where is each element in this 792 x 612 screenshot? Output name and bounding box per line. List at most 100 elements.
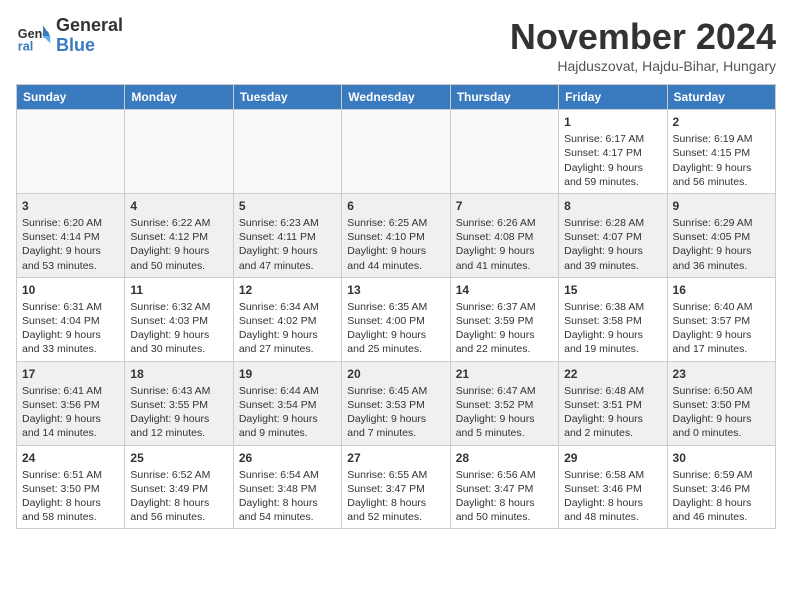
calendar-cell: 21 Sunrise: 6:47 AM Sunset: 3:52 PM Dayli… (450, 361, 558, 445)
logo: Gene ral General Blue (16, 16, 123, 56)
calendar-cell: 11 Sunrise: 6:32 AM Sunset: 4:03 PM Dayli… (125, 277, 233, 361)
calendar-cell: 9 Sunrise: 6:29 AM Sunset: 4:05 PM Daylig… (667, 193, 775, 277)
calendar-cell: 22Sunrise: 6:48 AM Sunset: 3:51 PM Dayli… (559, 361, 667, 445)
col-header-monday: Monday (125, 85, 233, 110)
day-info: Sunrise: 6:34 AM Sunset: 4:02 PM Dayligh… (239, 300, 336, 357)
day-info: Sunrise: 6:19 AM Sunset: 4:15 PM Dayligh… (673, 132, 770, 189)
day-number: 4 (130, 198, 227, 214)
calendar-cell: 17 Sunrise: 6:41 AM Sunset: 3:56 PM Dayli… (17, 361, 125, 445)
day-info: Sunrise: 6:50 AM Sunset: 3:50 PM Dayligh… (673, 384, 770, 441)
calendar-week-row: 10Sunrise: 6:31 AM Sunset: 4:04 PM Dayli… (17, 277, 776, 361)
page-header: Gene ral General Blue November 2024 Hajd… (16, 16, 776, 74)
calendar-cell: 2 Sunrise: 6:19 AM Sunset: 4:15 PM Daylig… (667, 110, 775, 194)
day-number: 11 (130, 282, 227, 298)
day-info: Sunrise: 6:31 AM Sunset: 4:04 PM Dayligh… (22, 300, 119, 357)
calendar-cell (233, 110, 341, 194)
title-area: November 2024 Hajduszovat, Hajdu-Bihar, … (510, 16, 776, 74)
day-info: Sunrise: 6:20 AM Sunset: 4:14 PM Dayligh… (22, 216, 119, 273)
calendar-cell: 27 Sunrise: 6:55 AM Sunset: 3:47 PM Dayli… (342, 445, 450, 529)
calendar-cell: 23Sunrise: 6:50 AM Sunset: 3:50 PM Dayli… (667, 361, 775, 445)
calendar-cell: 7 Sunrise: 6:26 AM Sunset: 4:08 PM Daylig… (450, 193, 558, 277)
logo-text: General Blue (56, 16, 123, 56)
day-info: Sunrise: 6:56 AM Sunset: 3:47 PM Dayligh… (456, 468, 553, 525)
month-title: November 2024 (510, 16, 776, 58)
logo-icon: Gene ral (16, 18, 52, 54)
day-number: 18 (130, 366, 227, 382)
calendar-cell: 13 Sunrise: 6:35 AM Sunset: 4:00 PM Dayli… (342, 277, 450, 361)
col-header-tuesday: Tuesday (233, 85, 341, 110)
day-number: 21 (456, 366, 553, 382)
calendar-cell: 5Sunrise: 6:23 AM Sunset: 4:11 PM Daylig… (233, 193, 341, 277)
day-number: 14 (456, 282, 553, 298)
calendar-week-row: 3 Sunrise: 6:20 AM Sunset: 4:14 PM Daylig… (17, 193, 776, 277)
calendar-cell: 16Sunrise: 6:40 AM Sunset: 3:57 PM Dayli… (667, 277, 775, 361)
calendar-cell: 12 Sunrise: 6:34 AM Sunset: 4:02 PM Dayli… (233, 277, 341, 361)
day-info: Sunrise: 6:51 AM Sunset: 3:50 PM Dayligh… (22, 468, 119, 525)
calendar-header-row: SundayMondayTuesdayWednesdayThursdayFrid… (17, 85, 776, 110)
day-number: 27 (347, 450, 444, 466)
calendar-cell: 15 Sunrise: 6:38 AM Sunset: 3:58 PM Dayli… (559, 277, 667, 361)
day-info: Sunrise: 6:52 AM Sunset: 3:49 PM Dayligh… (130, 468, 227, 525)
day-info: Sunrise: 6:25 AM Sunset: 4:10 PM Dayligh… (347, 216, 444, 273)
calendar-cell: 25 Sunrise: 6:52 AM Sunset: 3:49 PM Dayli… (125, 445, 233, 529)
calendar-week-row: 17 Sunrise: 6:41 AM Sunset: 3:56 PM Dayli… (17, 361, 776, 445)
day-number: 13 (347, 282, 444, 298)
day-info: Sunrise: 6:32 AM Sunset: 4:03 PM Dayligh… (130, 300, 227, 357)
col-header-sunday: Sunday (17, 85, 125, 110)
day-info: Sunrise: 6:17 AM Sunset: 4:17 PM Dayligh… (564, 132, 661, 189)
day-number: 25 (130, 450, 227, 466)
day-info: Sunrise: 6:47 AM Sunset: 3:52 PM Dayligh… (456, 384, 553, 441)
calendar-table: SundayMondayTuesdayWednesdayThursdayFrid… (16, 84, 776, 529)
day-number: 9 (673, 198, 770, 214)
day-info: Sunrise: 6:48 AM Sunset: 3:51 PM Dayligh… (564, 384, 661, 441)
day-number: 3 (22, 198, 119, 214)
day-number: 2 (673, 114, 770, 130)
calendar-cell: 1 Sunrise: 6:17 AM Sunset: 4:17 PM Daylig… (559, 110, 667, 194)
day-number: 15 (564, 282, 661, 298)
day-number: 20 (347, 366, 444, 382)
calendar-cell: 4 Sunrise: 6:22 AM Sunset: 4:12 PM Daylig… (125, 193, 233, 277)
day-info: Sunrise: 6:41 AM Sunset: 3:56 PM Dayligh… (22, 384, 119, 441)
day-info: Sunrise: 6:29 AM Sunset: 4:05 PM Dayligh… (673, 216, 770, 273)
day-number: 1 (564, 114, 661, 130)
day-info: Sunrise: 6:44 AM Sunset: 3:54 PM Dayligh… (239, 384, 336, 441)
col-header-thursday: Thursday (450, 85, 558, 110)
day-info: Sunrise: 6:28 AM Sunset: 4:07 PM Dayligh… (564, 216, 661, 273)
svg-text:ral: ral (18, 39, 33, 53)
day-number: 24 (22, 450, 119, 466)
day-info: Sunrise: 6:54 AM Sunset: 3:48 PM Dayligh… (239, 468, 336, 525)
day-number: 6 (347, 198, 444, 214)
day-number: 8 (564, 198, 661, 214)
col-header-friday: Friday (559, 85, 667, 110)
day-info: Sunrise: 6:38 AM Sunset: 3:58 PM Dayligh… (564, 300, 661, 357)
day-info: Sunrise: 6:26 AM Sunset: 4:08 PM Dayligh… (456, 216, 553, 273)
calendar-cell: 10Sunrise: 6:31 AM Sunset: 4:04 PM Dayli… (17, 277, 125, 361)
day-info: Sunrise: 6:22 AM Sunset: 4:12 PM Dayligh… (130, 216, 227, 273)
col-header-saturday: Saturday (667, 85, 775, 110)
day-number: 29 (564, 450, 661, 466)
day-number: 12 (239, 282, 336, 298)
location-subtitle: Hajduszovat, Hajdu-Bihar, Hungary (510, 58, 776, 74)
day-info: Sunrise: 6:58 AM Sunset: 3:46 PM Dayligh… (564, 468, 661, 525)
calendar-week-row: 24 Sunrise: 6:51 AM Sunset: 3:50 PM Dayli… (17, 445, 776, 529)
calendar-cell: 8 Sunrise: 6:28 AM Sunset: 4:07 PM Daylig… (559, 193, 667, 277)
calendar-cell: 20Sunrise: 6:45 AM Sunset: 3:53 PM Dayli… (342, 361, 450, 445)
day-number: 26 (239, 450, 336, 466)
calendar-cell: 24 Sunrise: 6:51 AM Sunset: 3:50 PM Dayli… (17, 445, 125, 529)
calendar-cell: 30 Sunrise: 6:59 AM Sunset: 3:46 PM Dayli… (667, 445, 775, 529)
col-header-wednesday: Wednesday (342, 85, 450, 110)
calendar-cell: 6 Sunrise: 6:25 AM Sunset: 4:10 PM Daylig… (342, 193, 450, 277)
day-info: Sunrise: 6:59 AM Sunset: 3:46 PM Dayligh… (673, 468, 770, 525)
day-number: 17 (22, 366, 119, 382)
calendar-week-row: 1 Sunrise: 6:17 AM Sunset: 4:17 PM Daylig… (17, 110, 776, 194)
calendar-cell (450, 110, 558, 194)
calendar-cell: 26 Sunrise: 6:54 AM Sunset: 3:48 PM Dayli… (233, 445, 341, 529)
day-number: 19 (239, 366, 336, 382)
day-number: 16 (673, 282, 770, 298)
day-info: Sunrise: 6:35 AM Sunset: 4:00 PM Dayligh… (347, 300, 444, 357)
day-number: 30 (673, 450, 770, 466)
day-number: 7 (456, 198, 553, 214)
day-info: Sunrise: 6:55 AM Sunset: 3:47 PM Dayligh… (347, 468, 444, 525)
day-number: 5 (239, 198, 336, 214)
day-info: Sunrise: 6:43 AM Sunset: 3:55 PM Dayligh… (130, 384, 227, 441)
